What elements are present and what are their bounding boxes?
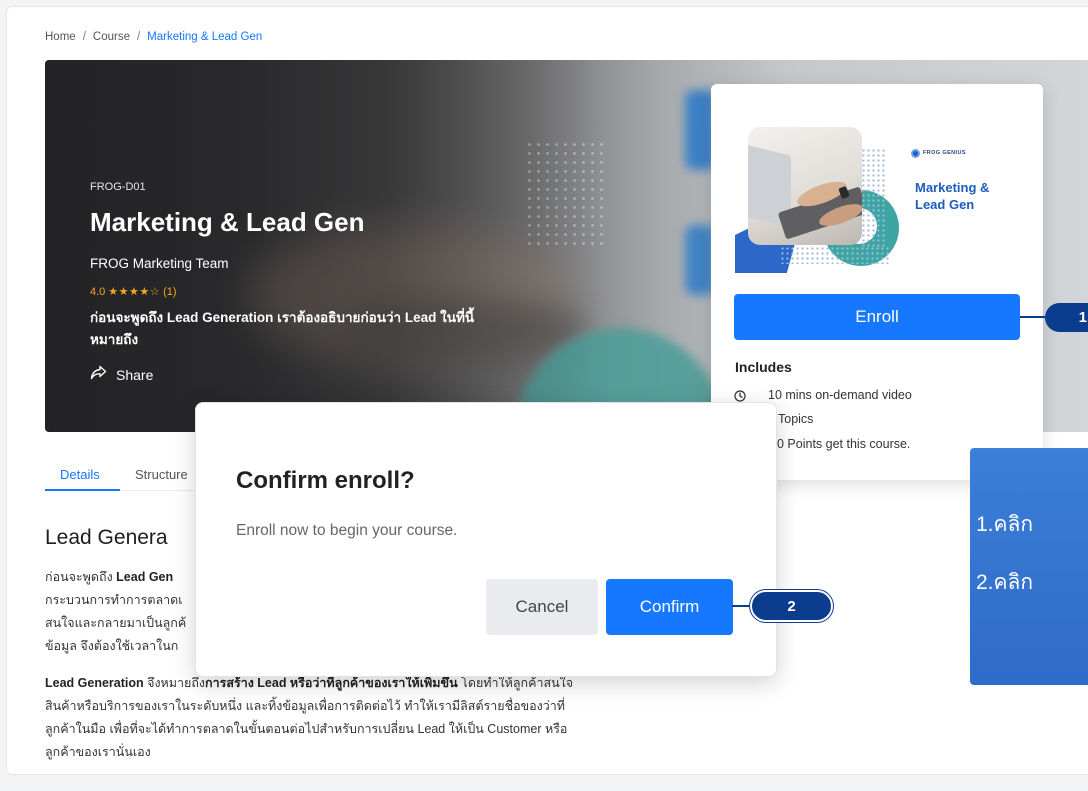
paragraph-line: สนใจและกลายมาเป็นลูกค้ bbox=[45, 616, 187, 630]
thumbnail-photo bbox=[748, 127, 862, 245]
confirm-enroll-dialog: Confirm enroll? Enroll now to begin your… bbox=[195, 402, 777, 677]
description-line: ก่อนจะพูดถึง Lead Generation เราต้องอธิบ… bbox=[90, 310, 475, 325]
frog-genius-logo-icon bbox=[911, 149, 920, 158]
details-paragraph: Lead Generation จึงหมายถึงการสร้าง Lead … bbox=[45, 672, 573, 764]
rating-count: (1) bbox=[163, 286, 177, 298]
text-segment: จึงหมายถึง bbox=[143, 676, 206, 690]
thumbnail-brand: FROG GENIUS bbox=[923, 150, 966, 156]
instruction-panel: 1.คลิก 2.คลิก bbox=[970, 448, 1088, 685]
course-title: Marketing & Lead Gen bbox=[90, 207, 365, 237]
details-paragraph: ก่อนจะพูดถึง Lead Gen กระบวนการทำการตลาด… bbox=[45, 566, 186, 658]
tab-structure[interactable]: Structure bbox=[135, 467, 188, 483]
dialog-title: Confirm enroll? bbox=[236, 467, 415, 494]
details-heading: Lead Genera bbox=[45, 526, 168, 549]
share-button[interactable]: Share bbox=[90, 365, 153, 385]
breadcrumb-separator: / bbox=[82, 31, 86, 43]
annotation-connector bbox=[1020, 316, 1045, 318]
step-2-badge: 2 bbox=[750, 590, 833, 622]
breadcrumb-home[interactable]: Home bbox=[45, 31, 76, 43]
course-code: FROG-D01 bbox=[90, 181, 146, 193]
cancel-button[interactable]: Cancel bbox=[486, 579, 598, 635]
includes-item: 0 Points get this course. bbox=[777, 437, 911, 451]
breadcrumb-current: Marketing & Lead Gen bbox=[147, 31, 263, 43]
dialog-message: Enroll now to begin your course. bbox=[236, 522, 458, 539]
includes-heading: Includes bbox=[735, 359, 792, 375]
rating-stars: ★★★★☆ bbox=[108, 286, 161, 298]
text-segment: โดยทำให้ลูกค้าสนใจ bbox=[457, 676, 574, 690]
clock-icon bbox=[734, 389, 746, 402]
includes-item: 10 mins on-demand video bbox=[768, 388, 912, 402]
thumbnail-dots bbox=[861, 148, 887, 248]
text-segment-bold: การสร้าง Lead หรือว่าที่ลูกค้าของเราให้เ… bbox=[205, 676, 458, 690]
text-segment: ก่อนจะพูดถึง bbox=[45, 570, 117, 584]
share-label: Share bbox=[116, 367, 154, 383]
course-thumbnail: FROG GENIUS Marketing & Lead Gen bbox=[735, 108, 1021, 273]
tab-details[interactable]: Details bbox=[60, 467, 100, 483]
paragraph-line: สินค้าหรือบริการของเราในระดับหนึ่ง และทิ… bbox=[45, 699, 566, 713]
includes-item: Topics bbox=[778, 412, 814, 426]
description-line: หมายถึง bbox=[90, 332, 139, 347]
thumbnail-title: Marketing & Lead Gen bbox=[915, 179, 989, 213]
thumbnail-title-line: Lead Gen bbox=[915, 197, 975, 212]
breadcrumb-course[interactable]: Course bbox=[93, 31, 130, 43]
instruction-line: 1.คลิก bbox=[976, 513, 1034, 536]
paragraph-line: ก่อนจะพูดถึง Lead Gen bbox=[45, 566, 186, 589]
paragraph-line: กระบวนการทำการตลาดเ bbox=[45, 593, 183, 607]
paragraph-line: ลูกค้าของเรานั่นเอง bbox=[45, 745, 151, 759]
enroll-button[interactable]: Enroll bbox=[734, 294, 1020, 340]
annotation-connector bbox=[732, 605, 752, 607]
rating-score: 4.0 bbox=[90, 286, 106, 298]
text-segment-bold: Lead Gen bbox=[116, 570, 174, 584]
course-description: ก่อนจะพูดถึง Lead Generation เราต้องอธิบ… bbox=[90, 307, 474, 351]
course-rating: 4.0 ★★★★☆ (1) bbox=[90, 285, 177, 299]
thumbnail-title-line: Marketing & bbox=[915, 180, 990, 195]
breadcrumb-separator: / bbox=[136, 31, 141, 43]
text-segment-bold: Lead Generation bbox=[45, 676, 144, 690]
instruction-line: 2.คลิก bbox=[976, 571, 1034, 594]
paragraph-line: ลูกค้าในมือ เพื่อที่จะได้ทำการตลาดในขั้น… bbox=[45, 722, 568, 736]
paragraph-line: ข้อมูล จึงต้องใช้เวลาในก bbox=[45, 639, 179, 653]
active-tab-indicator bbox=[45, 489, 120, 491]
confirm-button[interactable]: Confirm bbox=[606, 579, 733, 635]
share-icon bbox=[90, 365, 107, 385]
breadcrumb: Home / Course / Marketing & Lead Gen bbox=[45, 29, 262, 45]
step-1-badge: 1 bbox=[1045, 303, 1088, 332]
course-author: FROG Marketing Team bbox=[90, 256, 229, 271]
thumbnail-dots bbox=[780, 246, 890, 264]
